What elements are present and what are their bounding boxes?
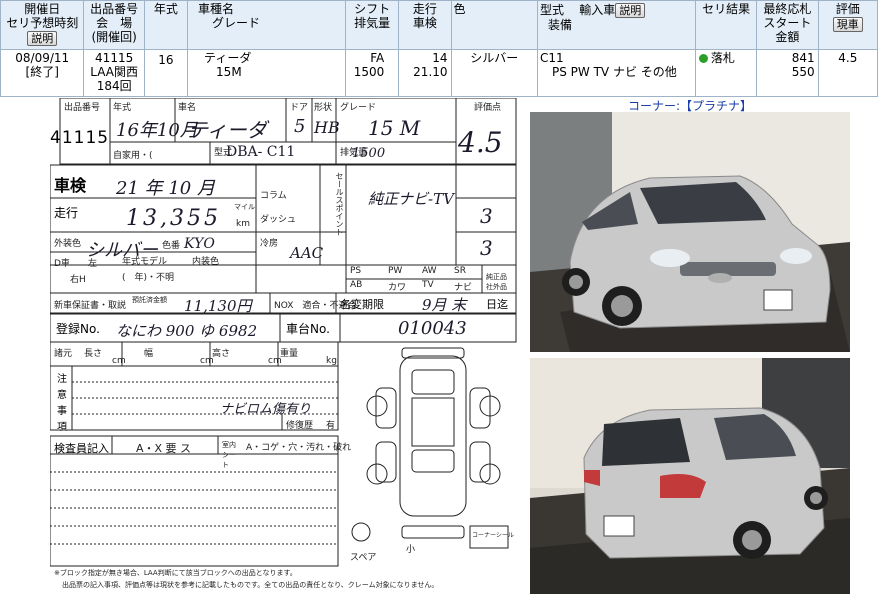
car-photo-front[interactable] bbox=[530, 112, 850, 352]
table-row: 08/09/11 [終了] 41115 LAA関西 184回 16 ティーダ 1… bbox=[0, 49, 879, 97]
car-photo-rear[interactable] bbox=[530, 358, 850, 594]
header-year: 年式 bbox=[143, 0, 189, 50]
sheet-score: 4.5 bbox=[458, 126, 503, 159]
cell-score: 4.5 bbox=[817, 49, 879, 97]
auction-sheet-image[interactable]: 出品番号 41115 年式 16年10月 車名 ティーダ ドア 5 形状 HB … bbox=[50, 98, 518, 594]
header-score: 評価 現車 bbox=[817, 0, 879, 50]
cell-mileage: 14 21.10 bbox=[398, 49, 452, 97]
sheet-lot-number: 41115 bbox=[50, 128, 110, 148]
header-result: セリ結果 bbox=[694, 0, 758, 50]
cell-year: 16 bbox=[143, 49, 189, 97]
sheet-notes: ナビロム傷有り bbox=[220, 402, 312, 417]
header-mileage: 走行 車検 bbox=[398, 0, 452, 50]
cell-model: ティーダ 15M bbox=[187, 49, 346, 97]
header-date: 開催日 セリ予想時刻 説明 bbox=[0, 0, 85, 50]
header-lot: 出品番号 会 場 (開催回) bbox=[83, 0, 145, 50]
cell-color: シルバー bbox=[450, 49, 539, 97]
car-diagram-icon bbox=[351, 347, 501, 542]
header-price: 最終応札 スタート金額 bbox=[756, 0, 819, 50]
sheet-sales-point: 純正ナビ-TV bbox=[368, 190, 454, 208]
result-table: 開催日 セリ予想時刻 説明 出品番号 会 場 (開催回) 年式 車種名 グレード… bbox=[0, 0, 879, 97]
header-shift: シフト 排気量 bbox=[344, 0, 400, 50]
result-status-icon bbox=[698, 54, 708, 63]
cell-date: 08/09/11 [終了] bbox=[0, 49, 85, 97]
explain-button-date[interactable]: 説明 bbox=[27, 31, 58, 46]
cell-lot: 41115 LAA関西 184回 bbox=[83, 49, 145, 97]
eval-button[interactable]: 現車 bbox=[832, 17, 863, 32]
explain-button-import[interactable]: 説明 bbox=[615, 3, 646, 18]
cell-shift: FA 1500 bbox=[344, 49, 400, 97]
header-type: 型式 輸入車 説明 装備 bbox=[537, 0, 696, 50]
header-model: 車種名 グレード bbox=[187, 0, 346, 50]
cell-type: C11 PS PW TV ナビ その他 bbox=[537, 49, 696, 97]
cell-price: 841 550 bbox=[756, 49, 819, 97]
cell-result: 落札 bbox=[694, 49, 758, 97]
header-color: 色 bbox=[450, 0, 539, 50]
table-header-row: 開催日 セリ予想時刻 説明 出品番号 会 場 (開催回) 年式 車種名 グレード… bbox=[0, 0, 879, 50]
